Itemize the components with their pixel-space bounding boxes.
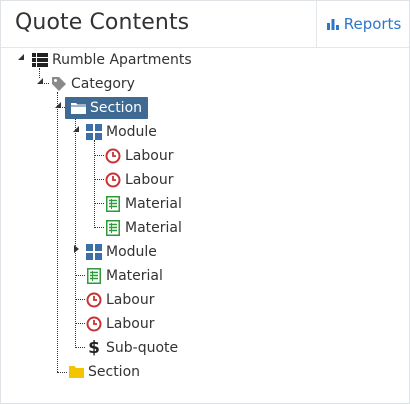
clock-icon [104, 147, 122, 165]
tree-node-label: Category [71, 76, 135, 92]
tree-node-material[interactable]: Material [104, 217, 182, 239]
tree-connector [94, 140, 95, 228]
tree-node-labour[interactable]: Labour [104, 169, 173, 191]
tree-node-section[interactable]: Section [67, 361, 140, 383]
tree-node-labour[interactable]: Labour [104, 145, 173, 167]
tree-node-label: Labour [106, 316, 155, 332]
tree-node-label: Labour [125, 148, 174, 164]
spreadsheet-icon [104, 219, 122, 237]
tree-node-label: Module [106, 124, 157, 140]
reports-label: Reports [343, 15, 402, 33]
tree-connector [75, 299, 85, 300]
collapse-toggle-icon[interactable] [36, 77, 44, 85]
tree-connector [94, 227, 104, 228]
tag-icon [50, 75, 68, 93]
tree-node-label: Rumble Apartments [52, 52, 192, 68]
tree-node-module[interactable]: Module [85, 241, 157, 263]
collapse-toggle-icon[interactable] [17, 53, 25, 61]
tree-node-labour[interactable]: Labour [85, 289, 154, 311]
tree-node-material[interactable]: Material [85, 265, 163, 287]
tree-node-label: Material [125, 196, 182, 212]
tree-node-category[interactable]: Category [50, 73, 135, 95]
dollar-icon: $ [88, 338, 100, 358]
expand-toggle-icon[interactable] [72, 245, 80, 253]
bar-chart-icon [326, 19, 339, 30]
tree-connector [75, 116, 76, 348]
clock-icon [85, 315, 103, 333]
tree-node-label: Module [106, 244, 157, 260]
tree-node-root[interactable]: Rumble Apartments [31, 49, 192, 71]
folder-open-icon [69, 99, 87, 117]
tree-connector [75, 275, 85, 276]
tree-node-label: Material [125, 220, 182, 236]
module-grid-icon [85, 123, 103, 141]
collapse-toggle-icon[interactable] [54, 101, 62, 109]
collapse-toggle-icon[interactable] [72, 125, 80, 133]
tree-connector [94, 155, 104, 156]
tree-node-module[interactable]: Module [85, 121, 157, 143]
tree-node-section-selected[interactable]: Section [65, 97, 149, 119]
tree-connector [94, 203, 104, 204]
spreadsheet-icon [85, 267, 103, 285]
tree-node-label: Section [90, 100, 143, 116]
tree-node-label: Material [106, 268, 163, 284]
quote-tree: Rumble Apartments Category Section Modul… [1, 48, 409, 404]
reports-button[interactable]: Reports [316, 1, 410, 47]
tree-node-label: Section [88, 364, 141, 380]
clock-icon [85, 291, 103, 309]
tree-node-labour[interactable]: Labour [85, 313, 154, 335]
page-title: Quote Contents [15, 10, 190, 35]
tree-connector [57, 372, 67, 373]
spreadsheet-icon [104, 195, 122, 213]
tree-node-subquote[interactable]: $ Sub-quote [85, 337, 178, 359]
tree-node-label: Sub-quote [106, 340, 179, 356]
folder-icon [67, 363, 85, 381]
module-grid-icon [85, 243, 103, 261]
panel-header: Quote Contents Reports [1, 1, 409, 48]
tree-node-label: Labour [106, 292, 155, 308]
tree-connector [94, 179, 104, 180]
tree-connector [75, 323, 85, 324]
list-icon [31, 51, 49, 69]
tree-node-label: Labour [125, 172, 174, 188]
quote-contents-panel: Quote Contents Reports Rumble Apartments… [0, 0, 410, 404]
clock-icon [104, 171, 122, 189]
tree-connector [75, 347, 85, 348]
tree-node-material[interactable]: Material [104, 193, 182, 215]
tree-connector [57, 92, 58, 372]
